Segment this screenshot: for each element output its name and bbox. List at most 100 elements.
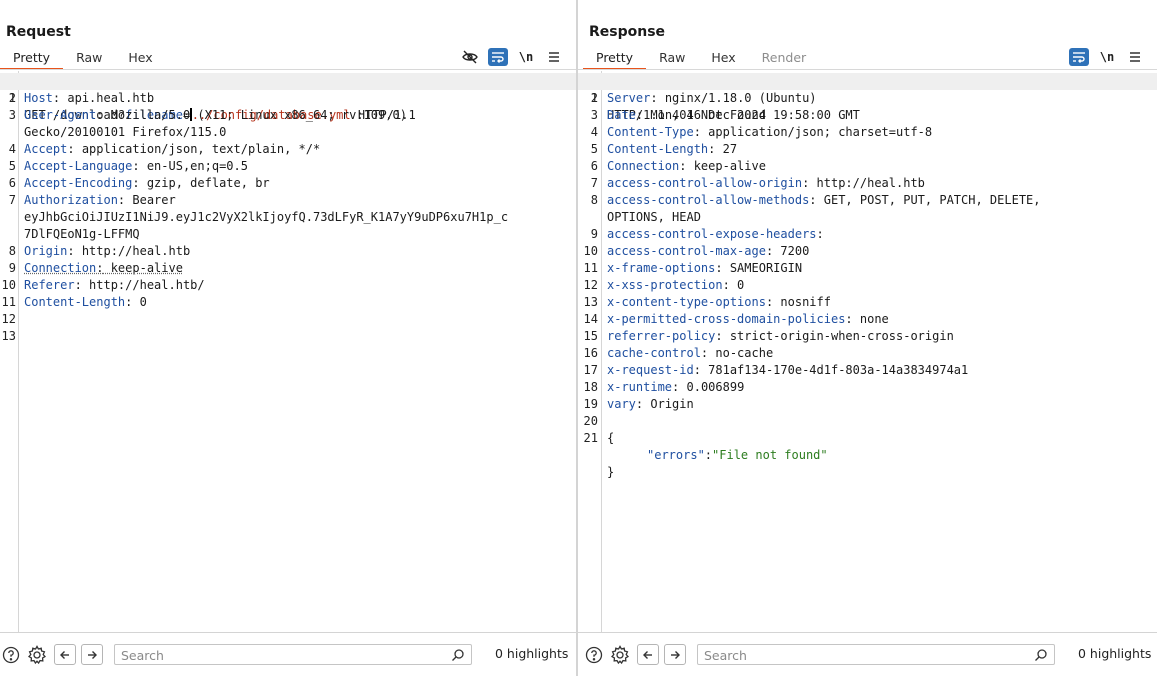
request-line-number: 2 xyxy=(8,91,16,105)
response-tab-hex[interactable]: Hex xyxy=(698,48,748,70)
request-line-number: 10 xyxy=(1,278,16,292)
prev-arrow-icon[interactable] xyxy=(54,644,76,665)
request-header-value: http://heal.htb xyxy=(74,244,191,258)
response-search-input[interactable] xyxy=(698,646,1026,665)
request-search-input[interactable] xyxy=(115,646,443,665)
response-header-value: GET, POST, PUT, PATCH, DELETE, xyxy=(816,193,1041,207)
response-tab-pretty[interactable]: Pretty xyxy=(583,48,647,70)
request-line: 7 Authorization: Bearer xyxy=(0,192,576,209)
request-header-name: Connection xyxy=(24,261,97,275)
menu-icon[interactable] xyxy=(544,48,564,66)
search-icon[interactable] xyxy=(451,647,465,666)
response-line-number: 12 xyxy=(583,278,598,292)
response-line-number: 8 xyxy=(590,193,598,207)
request-header-value: Bearer xyxy=(125,193,176,207)
response-line-number: 7 xyxy=(590,176,598,190)
request-header-name: Accept-Encoding xyxy=(24,176,133,190)
request-bottom-rule xyxy=(0,632,576,633)
response-header-value: Mon, 16 Dec 2024 19:58:00 GMT xyxy=(643,108,860,122)
response-header-value: none xyxy=(852,312,889,326)
request-line: 6 Accept-Encoding: gzip, deflate, br xyxy=(0,175,576,192)
request-line-number: 11 xyxy=(1,295,16,309)
newline-icon[interactable]: \n xyxy=(1097,48,1117,66)
newline-icon[interactable]: \n xyxy=(516,48,536,66)
response-line-number: 17 xyxy=(583,363,598,377)
request-header-value: 7DlFQEoN1g-LFFMQ xyxy=(24,227,140,241)
prev-arrow-icon[interactable] xyxy=(637,644,659,665)
request-line: 12 xyxy=(0,311,576,328)
request-pane: Request Pretty Raw Hex \n 1 GET /downloa… xyxy=(0,0,576,676)
search-icon[interactable] xyxy=(1034,647,1048,666)
request-tab-pretty[interactable]: Pretty xyxy=(0,48,64,70)
wrap-lines-icon[interactable] xyxy=(1069,48,1089,66)
response-line-number: 11 xyxy=(583,261,598,275)
response-header-name: x-content-type-options xyxy=(607,295,766,309)
response-header-value: no-cache xyxy=(708,346,774,360)
response-header-name: Date xyxy=(607,108,636,122)
response-line: 6 Connection: keep-alive xyxy=(578,158,1157,175)
request-editor[interactable]: 1 GET /download?filename= ../config/datab… xyxy=(0,71,576,632)
gear-icon[interactable] xyxy=(609,644,631,666)
help-icon[interactable] xyxy=(0,644,22,666)
response-header-value: nginx/1.18.0 (Ubuntu) xyxy=(657,91,817,105)
response-line: 15 referrer-policy: strict-origin-when-cr… xyxy=(578,328,1157,345)
response-line: 21 { xyxy=(578,430,1157,447)
response-header-name: cache-control xyxy=(607,346,701,360)
response-title: Response xyxy=(589,24,666,40)
request-line-number: 12 xyxy=(1,312,16,326)
request-tab-hex[interactable]: Hex xyxy=(115,48,165,70)
request-header-value: en-US,en;q=0.5 xyxy=(139,159,248,173)
request-header-value: application/json, text/plain, */* xyxy=(74,142,321,156)
request-header-name: Content-Length xyxy=(24,295,126,309)
request-line-number: 5 xyxy=(8,159,16,173)
response-status-line: 1 HTTP/1.1 404 Not Found xyxy=(578,73,1157,122)
response-header-name: Content-Length xyxy=(607,142,709,156)
request-header-name: Accept xyxy=(24,142,68,156)
response-tab-raw[interactable]: Raw xyxy=(646,48,698,70)
response-tabs: Pretty Raw Hex Render xyxy=(583,48,819,70)
next-arrow-icon[interactable] xyxy=(81,644,103,665)
response-line-number: 13 xyxy=(583,295,598,309)
request-line-number: 13 xyxy=(1,329,16,343)
response-lines: 1 HTTP/1.1 404 Not Found 2 Server: nginx/… xyxy=(578,73,1157,481)
response-line: 18 x-runtime: 0.006899 xyxy=(578,379,1157,396)
request-line: 8 Origin: http://heal.htb xyxy=(0,243,576,260)
request-line: 1 GET /download?filename= ../config/datab… xyxy=(0,73,576,122)
response-header-value: OPTIONS, HEAD xyxy=(607,210,701,224)
request-tab-raw[interactable]: Raw xyxy=(63,48,115,70)
request-header-value: keep-alive xyxy=(103,261,183,275)
request-line: 10 Referer: http://heal.htb/ xyxy=(1,278,205,292)
response-header-name: access-control-allow-origin xyxy=(607,176,803,190)
response-line: 19 vary: Origin xyxy=(578,396,1157,413)
wrap-lines-icon[interactable] xyxy=(488,48,508,66)
request-line: Gecko/20100101 Firefox/115.0 xyxy=(0,124,576,141)
response-header-value: 781af134-170e-4d1f-803a-14a3834974a1 xyxy=(700,363,969,377)
gear-icon[interactable] xyxy=(26,644,48,666)
response-line: 2 Server: nginx/1.18.0 (Ubuntu) xyxy=(578,90,1157,107)
response-header-value: 27 xyxy=(715,142,738,156)
response-line: 3 Date: Mon, 16 Dec 2024 19:58:00 GMT xyxy=(578,107,1157,124)
request-line-number: 7 xyxy=(8,193,16,207)
next-arrow-icon[interactable] xyxy=(664,644,686,665)
response-header-value: 7200 xyxy=(773,244,810,258)
request-line: 13 xyxy=(0,328,576,345)
response-tab-render[interactable]: Render xyxy=(749,48,820,70)
request-header-value: 0 xyxy=(132,295,147,309)
menu-icon[interactable] xyxy=(1125,48,1145,66)
request-header-value: api.heal.htb xyxy=(60,91,155,105)
request-header-name: Host xyxy=(24,91,53,105)
response-header-name: Content-Type xyxy=(607,125,694,139)
response-header-name: Connection xyxy=(607,159,680,173)
request-line: 7DlFQEoN1g-LFFMQ xyxy=(0,226,576,243)
response-header-value: 0.006899 xyxy=(679,380,745,394)
request-header-name: Referer xyxy=(24,278,75,292)
response-header-name: access-control-expose-headers xyxy=(607,227,817,241)
help-icon[interactable] xyxy=(583,644,605,666)
response-line: 12 x-xss-protection: 0 xyxy=(578,277,1157,294)
response-editor[interactable]: 1 HTTP/1.1 404 Not Found 2 Server: nginx/… xyxy=(578,71,1157,632)
hide-eye-icon[interactable] xyxy=(460,48,480,66)
request-search-box xyxy=(114,644,472,665)
response-line: 10 access-control-max-age: 7200 xyxy=(578,243,1157,260)
request-line-number: 3 xyxy=(8,108,16,122)
response-header-name: x-request-id xyxy=(607,363,694,377)
